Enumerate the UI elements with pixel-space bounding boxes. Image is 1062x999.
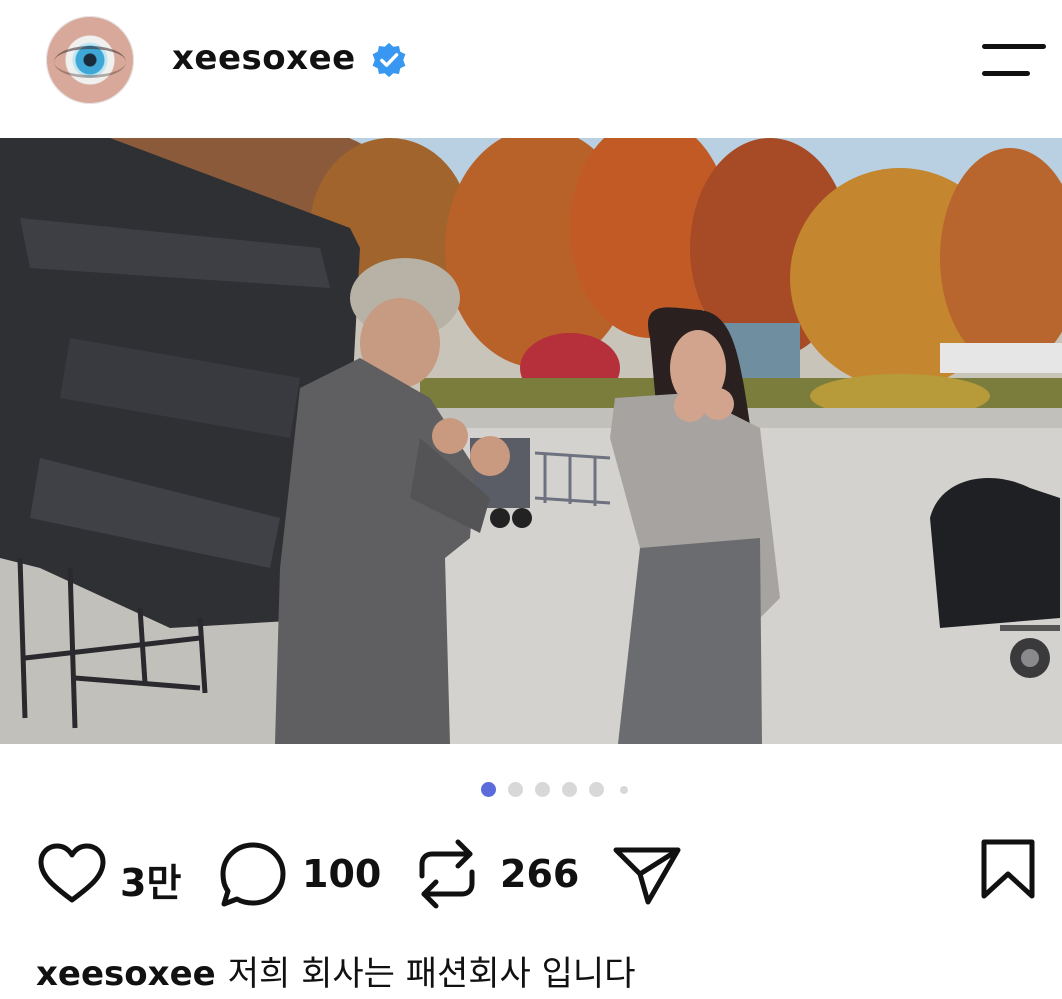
carousel-dot <box>620 786 628 794</box>
carousel-dot <box>535 782 550 797</box>
like-count[interactable]: 3만 <box>120 852 181 907</box>
carousel-dot <box>589 782 604 797</box>
bookmark-icon[interactable] <box>980 838 1036 900</box>
post-caption: xeesoxee 저희 회사는 패션회사 입니다 <box>36 946 636 995</box>
caption-username[interactable]: xeesoxee <box>36 954 216 994</box>
menu-icon[interactable] <box>982 44 1046 78</box>
repost-icon[interactable] <box>416 838 478 910</box>
video-frame-image <box>0 138 1062 744</box>
post-media[interactable] <box>0 138 1062 744</box>
carousel-dot <box>562 782 577 797</box>
verified-badge-icon <box>372 42 406 78</box>
carousel-dot-active <box>481 782 496 797</box>
comment-count[interactable]: 100 <box>302 852 381 896</box>
avatar[interactable] <box>46 16 134 104</box>
action-bar: 3만 100 266 <box>0 836 1062 916</box>
heart-icon[interactable] <box>36 842 108 906</box>
carousel-indicator <box>0 778 1062 802</box>
carousel-dot <box>508 782 523 797</box>
send-icon[interactable] <box>612 844 682 908</box>
post-username[interactable]: xeesoxee <box>172 38 356 78</box>
post-header: xeesoxee <box>0 0 1062 138</box>
caption-text: 저희 회사는 패션회사 입니다 <box>227 954 636 994</box>
repost-count[interactable]: 266 <box>500 852 579 896</box>
comment-bubble-icon[interactable] <box>218 840 288 910</box>
